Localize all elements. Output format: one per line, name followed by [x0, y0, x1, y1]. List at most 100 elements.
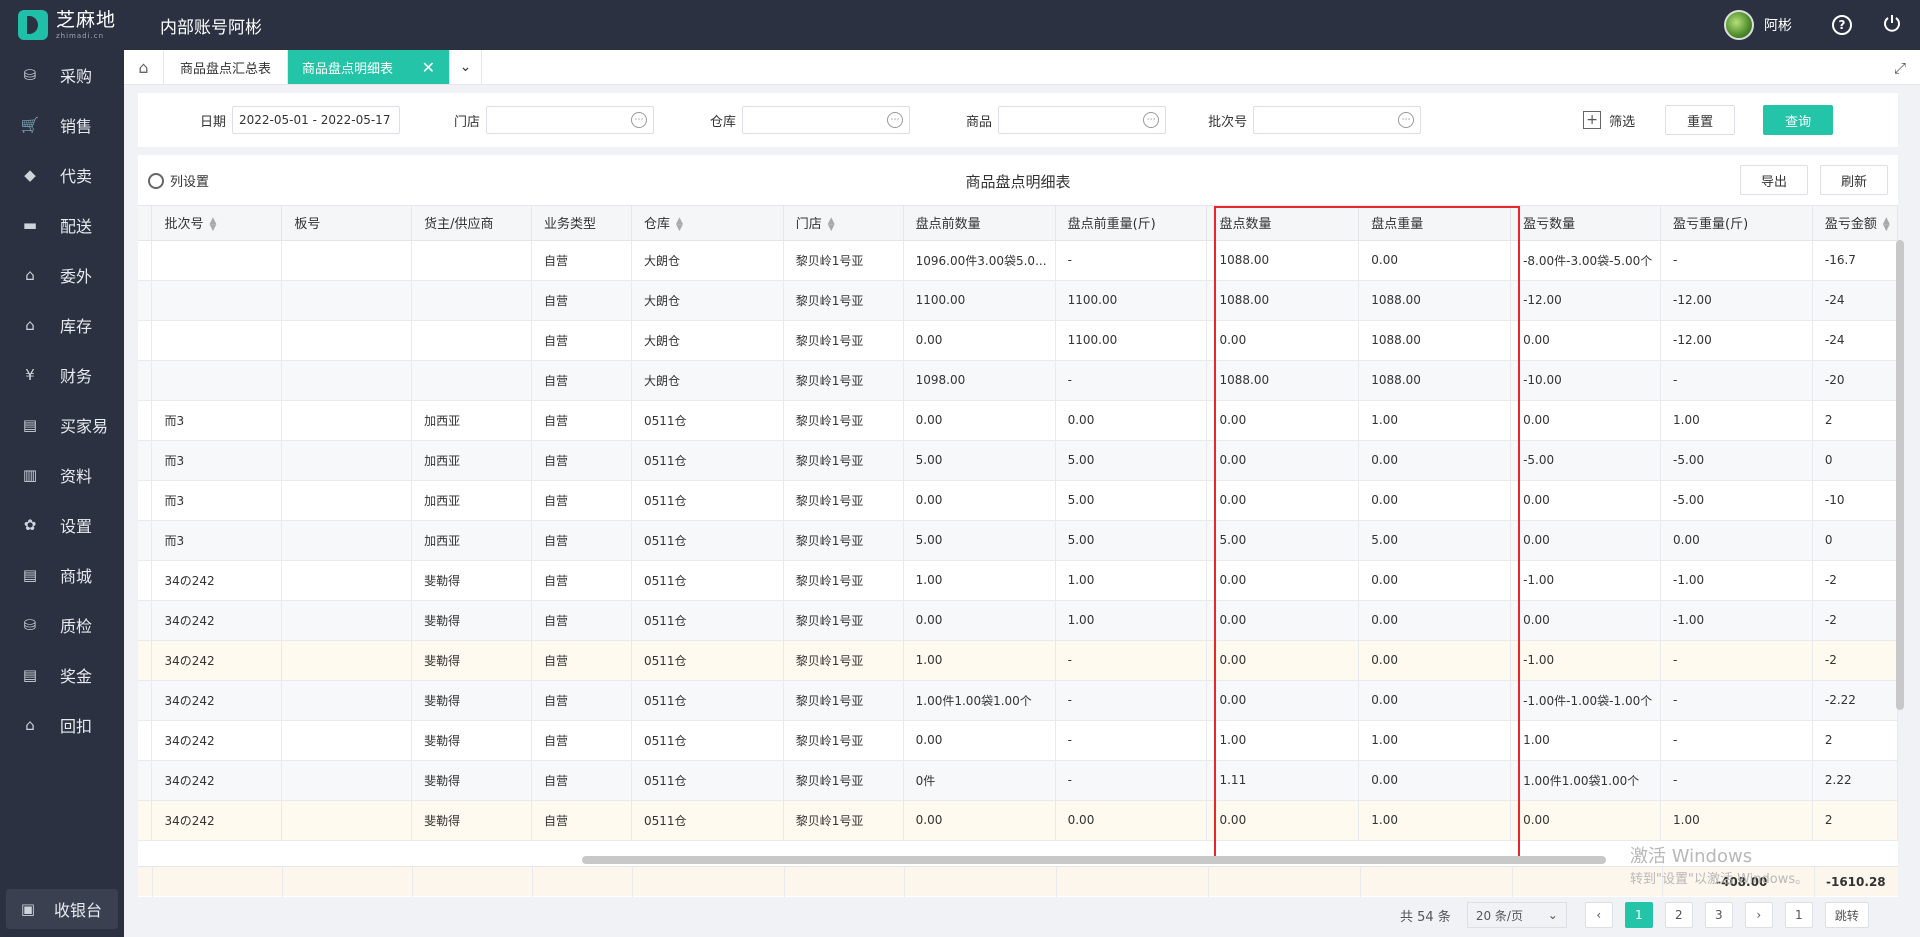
table-cell: 黎贝岭1号亚: [783, 680, 904, 721]
table-cell: 0.00: [1358, 680, 1512, 721]
sidebar-item[interactable]: ▥ 资料: [0, 450, 124, 500]
table-row[interactable]: 34の242 斐勒得 自营 0511仓 黎贝岭1号亚 0.00 0.00 0.00 1.00 0.…: [138, 800, 1898, 841]
jump-button[interactable]: 跳转: [1824, 902, 1869, 928]
column-header[interactable]: 盈亏金额 ▲ ▼: [1812, 206, 1898, 241]
sort-icon[interactable]: ▲ ▼: [676, 216, 683, 232]
sidebar-item[interactable]: ⛁ 质检: [0, 600, 124, 650]
column-header[interactable]: 门店 ▲ ▼: [783, 206, 904, 241]
table-row[interactable]: 而3 加西亚 自营 0511仓 黎贝岭1号亚 0.00 5.00 0.00 0.00 0.00 -5…: [138, 480, 1898, 521]
table-row[interactable]: 自营 大朗仓 黎贝岭1号亚 0.00 1100.00 0.00 1088.00 0.00 -12…: [138, 320, 1898, 361]
more-icon[interactable]: ⋯: [631, 112, 648, 128]
store-select[interactable]: ⋯: [486, 106, 655, 134]
sidebar-item[interactable]: ⛁ 采购: [0, 50, 124, 100]
table-cell: [281, 400, 413, 441]
sidebar-item[interactable]: ¥ 财务: [0, 350, 124, 400]
table-row[interactable]: 34の242 斐勒得 自营 0511仓 黎贝岭1号亚 1.00件1.00袋1.00个 -0.…: [138, 680, 1898, 721]
page-button[interactable]: 2: [1664, 902, 1693, 928]
query-button[interactable]: 查询: [1763, 105, 1834, 135]
page-size-select[interactable]: 20 条/页 ⌄: [1466, 902, 1567, 928]
tab-summary[interactable]: 商品盘点汇总表: [164, 50, 289, 84]
table-row[interactable]: 而3 加西亚 自营 0511仓 黎贝岭1号亚 5.00 5.00 5.00 5.00 0.00 0.…: [138, 520, 1898, 561]
tab-detail[interactable]: 商品盘点明细表 ✕: [288, 50, 451, 84]
refresh-button[interactable]: 刷新: [1820, 165, 1888, 195]
sidebar-item-label: 代卖: [60, 167, 93, 186]
table-cell: 黎贝岭1号亚: [783, 440, 904, 481]
sidebar-item[interactable]: ▤ 商城: [0, 550, 124, 600]
sidebar-item[interactable]: ▬ 配送: [0, 200, 124, 250]
column-header[interactable]: 批次号 ▲ ▼: [151, 206, 283, 241]
table-cell: -12.00: [1660, 280, 1813, 321]
sidebar-item-label: 配送: [60, 217, 93, 236]
table-row[interactable]: 34の242 斐勒得 自营 0511仓 黎贝岭1号亚 0件 -1.11 0.00 1.00件1.…: [138, 760, 1898, 801]
table-cell: [411, 280, 533, 321]
more-icon[interactable]: ⋯: [1143, 112, 1160, 128]
power-icon[interactable]: [1882, 13, 1902, 37]
sidebar-item[interactable]: ⌂ 委外: [0, 250, 124, 300]
sidebar-item[interactable]: ▤ 奖金: [0, 650, 124, 700]
table-row[interactable]: 而3 加西亚 自营 0511仓 黎贝岭1号亚 0.00 0.00 0.00 1.00 0.00 1.…: [138, 400, 1898, 441]
table-cell: 0511仓: [631, 400, 784, 441]
avatar[interactable]: [1724, 10, 1754, 40]
table-cell: 5.00: [903, 520, 1056, 561]
table-cell: 斐勒得: [411, 800, 533, 841]
total-count: 共 54 条: [1400, 909, 1451, 925]
table-cell: -: [1660, 640, 1813, 681]
sidebar-item[interactable]: ◆ 代卖: [0, 150, 124, 200]
table-row[interactable]: 自营 大朗仓 黎贝岭1号亚 1096.00件3.00袋5.0... -1088.00 0.…: [138, 240, 1898, 281]
page-button[interactable]: 1: [1624, 902, 1653, 928]
table-row[interactable]: 34の242 斐勒得 自营 0511仓 黎贝岭1号亚 1.00-0.00 0.00 -1.00…: [138, 640, 1898, 681]
batch-select[interactable]: ⋯: [1253, 106, 1422, 134]
cashier-button[interactable]: ▣ 收银台: [6, 889, 118, 929]
help-icon[interactable]: ?: [1832, 15, 1852, 35]
filter-toggle[interactable]: + 筛选: [1583, 111, 1635, 130]
vertical-scrollbar[interactable]: [1896, 240, 1904, 710]
more-icon[interactable]: ⋯: [1398, 112, 1415, 128]
table-cell: [281, 280, 413, 321]
table-cell: 0511仓: [631, 520, 784, 561]
sidebar-item-label: 采购: [60, 67, 93, 86]
sidebar-item[interactable]: ⌂ 库存: [0, 300, 124, 350]
sidebar-item[interactable]: 🛒 销售: [0, 100, 124, 150]
chevron-down-icon[interactable]: ⌄: [450, 50, 483, 84]
date-range-input[interactable]: 2022-05-01 - 2022-05-17: [232, 106, 401, 134]
table-cell: 1100.00: [1055, 320, 1208, 361]
fullscreen-icon[interactable]: ⤢: [1894, 59, 1906, 77]
table-cell: 而3: [151, 440, 283, 481]
sidebar-item[interactable]: ⌂ 回扣: [0, 700, 124, 750]
sort-icon[interactable]: ▲ ▼: [828, 216, 835, 232]
close-icon[interactable]: ✕: [422, 58, 435, 77]
table-row[interactable]: 自营 大朗仓 黎贝岭1号亚 1098.00-1088.00 1088.00 -10.00-…: [138, 360, 1898, 401]
username[interactable]: 阿彬: [1764, 15, 1792, 35]
table-cell: [151, 320, 283, 361]
table-row[interactable]: 而3 加西亚 自营 0511仓 黎贝岭1号亚 5.00 5.00 0.00 0.00 -5.00-…: [138, 440, 1898, 481]
sidebar-item[interactable]: ▤ 买家易: [0, 400, 124, 450]
warehouse-select[interactable]: ⋯: [742, 106, 911, 134]
sort-icon[interactable]: ▲ ▼: [210, 216, 217, 232]
next-page-button[interactable]: ›: [1744, 902, 1773, 928]
table-row[interactable]: 34の242 斐勒得 自营 0511仓 黎贝岭1号亚 0.00 1.00 0.00 0.00 0.…: [138, 600, 1898, 641]
home-icon[interactable]: ⌂: [124, 50, 164, 84]
app-logo[interactable]: 芝麻地 zhimadi.cn: [0, 0, 124, 50]
sidebar-item[interactable]: ✿ 设置: [0, 500, 124, 550]
export-button[interactable]: 导出: [1740, 165, 1808, 195]
jump-input[interactable]: 1: [1784, 902, 1813, 928]
column-header[interactable]: 仓库 ▲ ▼: [631, 206, 784, 241]
row-gutter: [138, 600, 153, 641]
data-table: 批次号 ▲ ▼ 板号 货主/供应商 业务类型 仓库 ▲ ▼ 门店 ▲ ▼ 盘点前数量 盘点前重量(斤) 盘点…: [138, 205, 1898, 855]
reset-button[interactable]: 重置: [1665, 105, 1736, 135]
table-cell: 斐勒得: [411, 560, 533, 601]
table-cell: 0.00: [1206, 400, 1360, 441]
table-cell: 自营: [531, 400, 632, 441]
table-row[interactable]: 34の242 斐勒得 自营 0511仓 黎贝岭1号亚 1.00 1.00 0.00 0.00 -1…: [138, 560, 1898, 601]
more-icon[interactable]: ⋯: [887, 112, 904, 128]
table-row[interactable]: 34の242 斐勒得 自营 0511仓 黎贝岭1号亚 0.00-1.00 1.00 1.00-…: [138, 720, 1898, 761]
prev-page-button[interactable]: ‹: [1584, 902, 1613, 928]
table-cell: 0.00: [1206, 800, 1360, 841]
table-row[interactable]: 自营 大朗仓 黎贝岭1号亚 1100.00 1100.00 1088.00 1088.00-…: [138, 280, 1898, 321]
product-select[interactable]: ⋯: [998, 106, 1167, 134]
horizontal-scrollbar[interactable]: [582, 856, 1606, 864]
page-button[interactable]: 3: [1704, 902, 1733, 928]
table-cell: 1088.00: [1206, 280, 1360, 321]
sort-icon[interactable]: ▲ ▼: [1883, 216, 1890, 232]
table-cell: 黎贝岭1号亚: [783, 600, 904, 641]
